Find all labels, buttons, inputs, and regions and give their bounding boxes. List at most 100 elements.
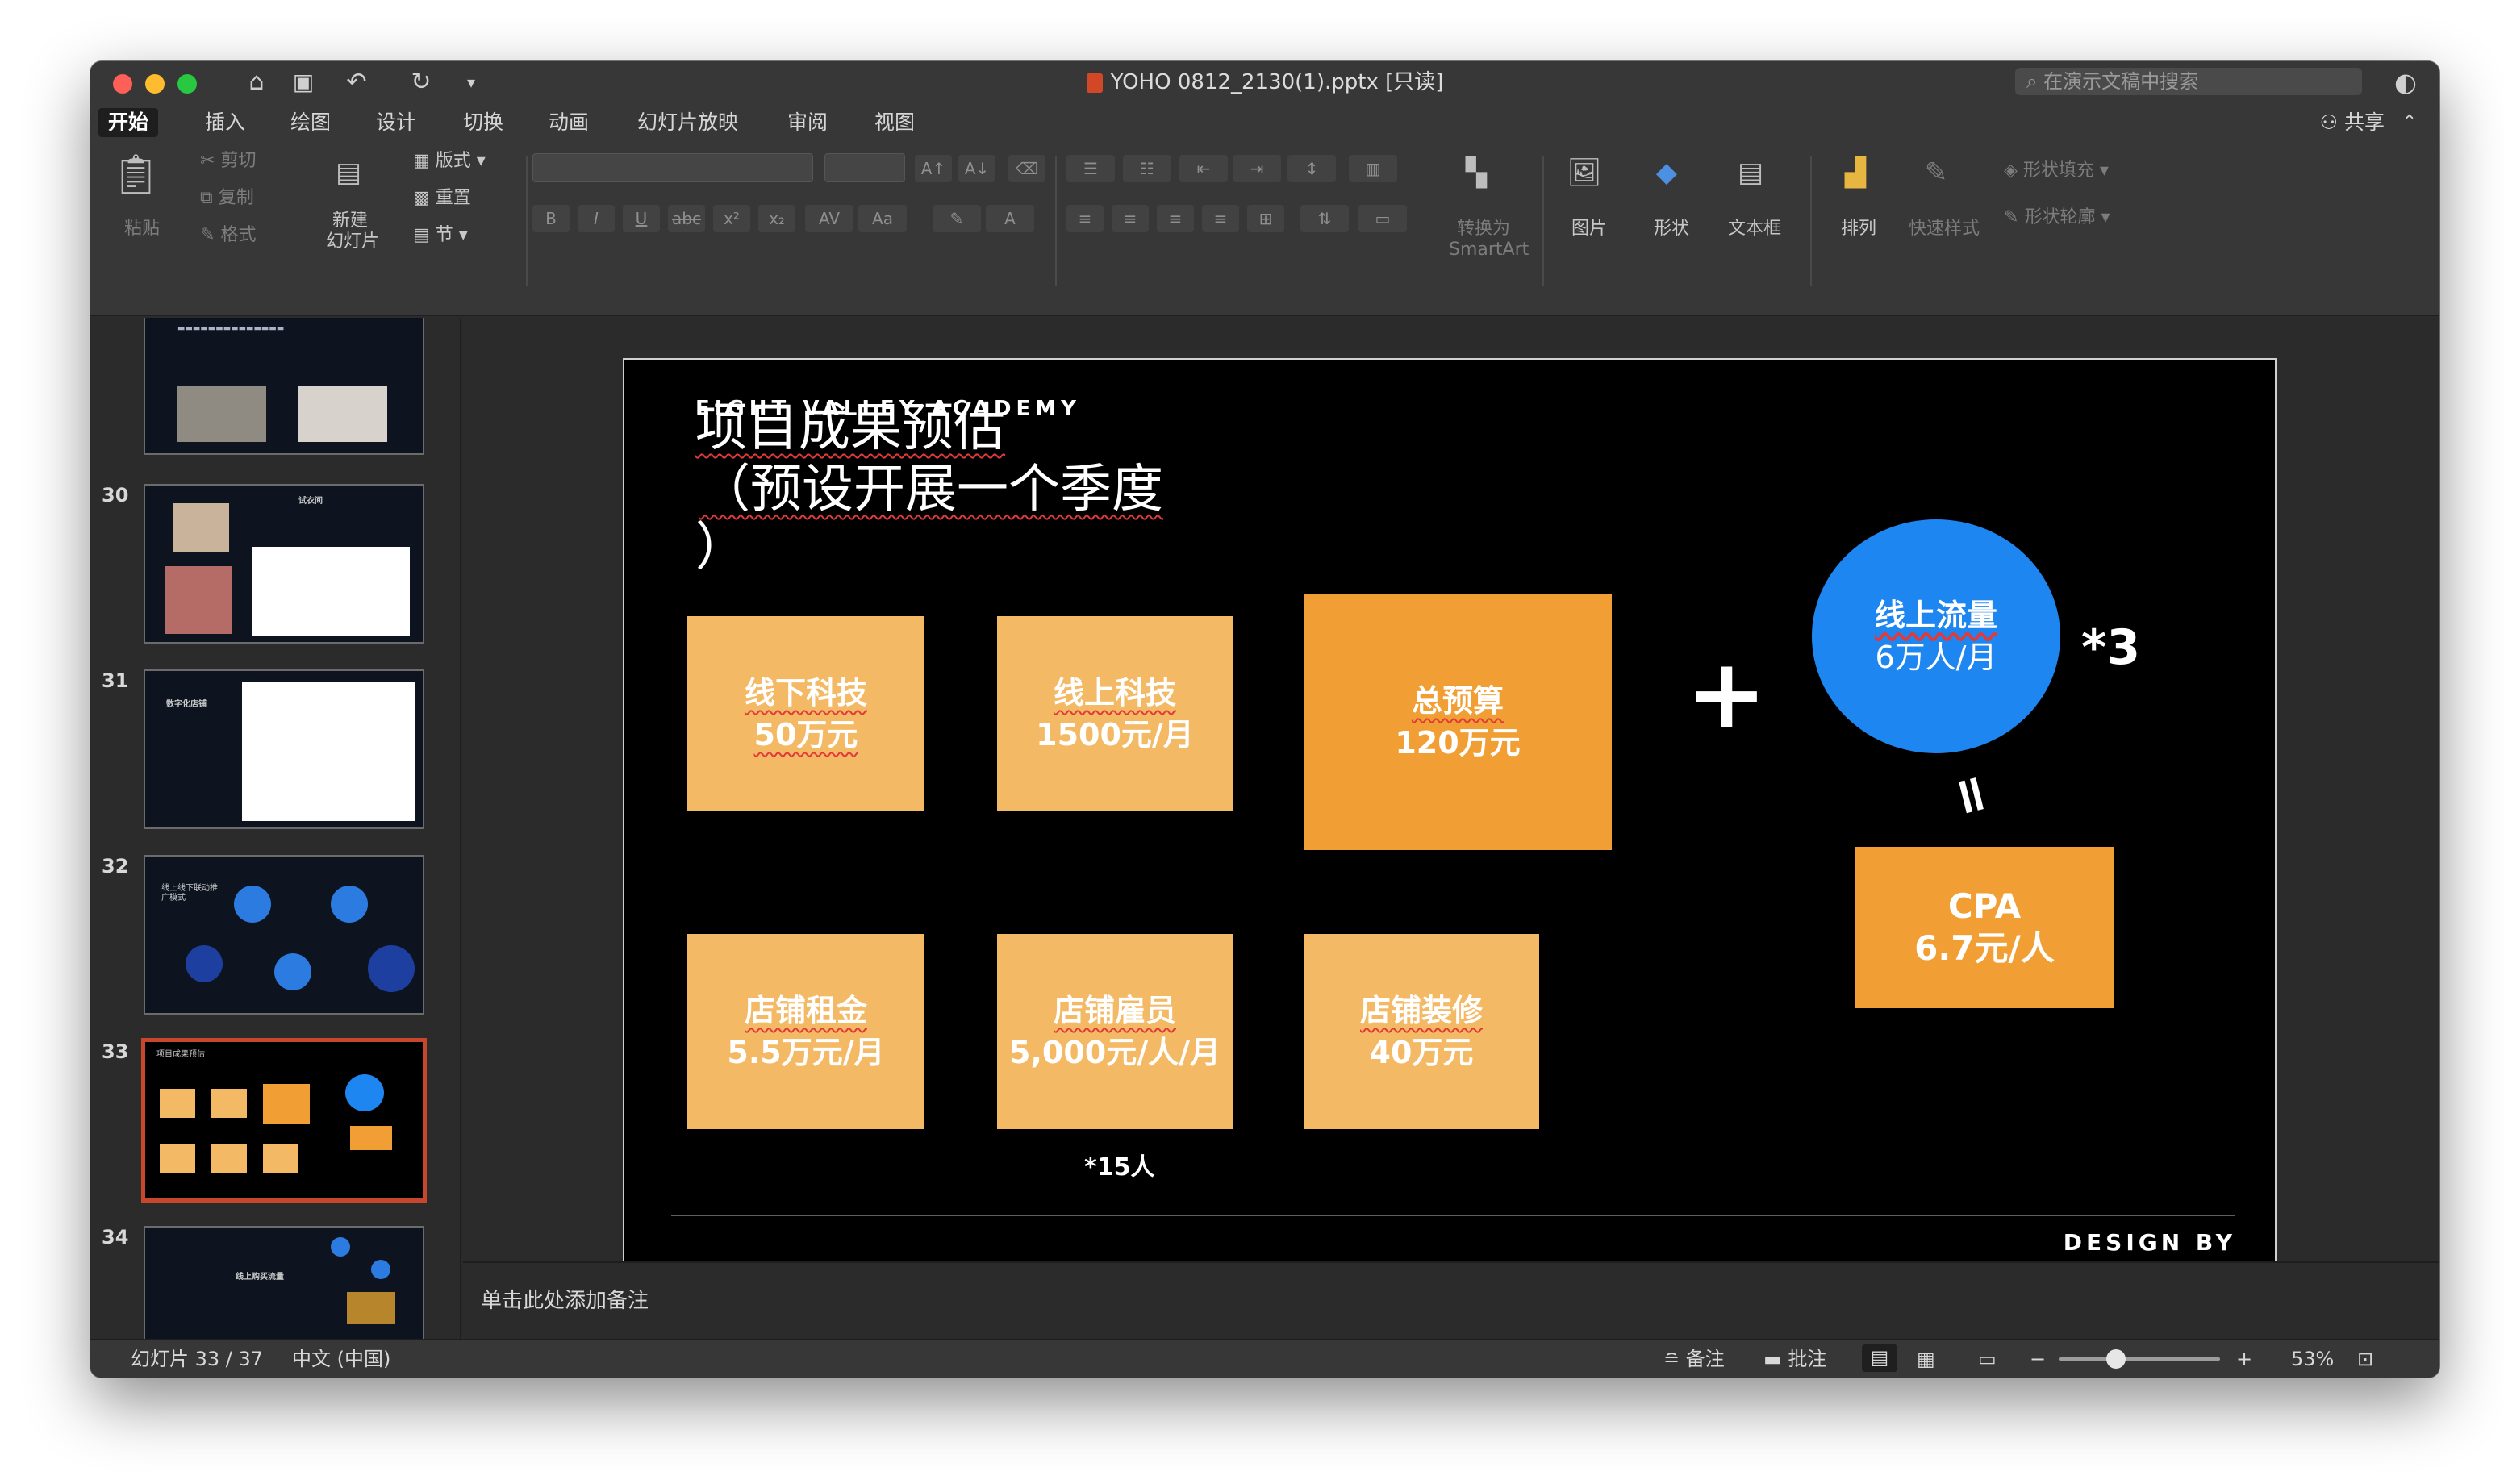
smartart-label-2[interactable]: SmartArt bbox=[1449, 239, 1529, 261]
picture-label[interactable]: 图片 bbox=[1571, 218, 1607, 240]
account-icon[interactable]: ◐ bbox=[2389, 66, 2422, 98]
shapes-label[interactable]: 形状 bbox=[1654, 218, 1689, 240]
picture-icon[interactable]: 🖼︎ bbox=[1560, 156, 1609, 202]
justify-icon[interactable]: ≡ bbox=[1202, 205, 1239, 232]
align-left-icon[interactable]: ≡ bbox=[1066, 205, 1104, 232]
zoom-slider[interactable] bbox=[2059, 1349, 2220, 1369]
tab-view[interactable]: 视图 bbox=[865, 108, 924, 137]
tab-animations[interactable]: 动画 bbox=[539, 108, 599, 137]
quick-styles-icon[interactable]: ✎ bbox=[1912, 156, 1960, 202]
tab-design[interactable]: 设计 bbox=[366, 108, 426, 137]
slide-thumbnail[interactable]: ▬▬▬▬▬▬▬▬▬▬▬▬▬▬ bbox=[144, 318, 424, 455]
slide-thumbnail[interactable]: 数字化店铺 bbox=[144, 669, 424, 829]
text-direction-icon[interactable]: ⇅ bbox=[1300, 205, 1349, 232]
staff-count-note[interactable]: *15人 bbox=[1084, 1147, 1154, 1182]
multiplier-label[interactable]: *3 bbox=[2081, 619, 2140, 676]
textbox-icon[interactable]: ▤ bbox=[1726, 156, 1775, 202]
increase-indent-icon[interactable]: ⇥ bbox=[1233, 155, 1281, 182]
slide-33[interactable]: EIGHT VALLEY ACADEMY 项目成果预估 （预设开展一个季度 ） … bbox=[623, 358, 2277, 1289]
highlight-icon[interactable]: ✎ bbox=[933, 205, 981, 232]
underline-icon[interactable]: U bbox=[623, 205, 660, 232]
line-spacing-icon[interactable]: ↕ bbox=[1287, 155, 1336, 182]
fit-to-window-icon[interactable]: ⊡ bbox=[2357, 1346, 2373, 1372]
normal-view-icon[interactable]: ▤ bbox=[1862, 1344, 1897, 1372]
slide-editing-canvas[interactable]: EIGHT VALLEY ACADEMY 项目成果预估 （预设开展一个季度 ） … bbox=[463, 318, 2439, 1289]
tab-transitions[interactable]: 切换 bbox=[453, 108, 513, 137]
subscript-icon[interactable]: x₂ bbox=[758, 205, 795, 232]
slide-thumbnail[interactable]: 试衣间 bbox=[144, 484, 424, 644]
align-center-icon[interactable]: ≡ bbox=[1112, 205, 1149, 232]
new-slide-icon[interactable]: ▤ bbox=[324, 156, 373, 202]
section-button[interactable]: ▤ 节 ▾ bbox=[413, 224, 468, 247]
offline-tech-box[interactable]: 线下科技 50万元 bbox=[687, 616, 924, 811]
language-indicator[interactable]: 中文 (中国) bbox=[292, 1346, 390, 1372]
tab-slideshow[interactable]: 幻灯片放映 bbox=[628, 108, 748, 137]
smartart-icon[interactable]: ▚ bbox=[1454, 156, 1499, 195]
paste-icon[interactable]: 📋︎ bbox=[111, 155, 161, 206]
cut-button[interactable]: ✂ 剪切 bbox=[200, 150, 256, 173]
bullets-icon[interactable]: ☰ bbox=[1066, 155, 1115, 182]
notes-toggle[interactable]: ≘ 备注 bbox=[1663, 1346, 1725, 1372]
columns-icon[interactable]: ▥ bbox=[1349, 155, 1397, 182]
slide-thumbnail[interactable]: 线上线下联动推广模式 bbox=[144, 855, 424, 1015]
slide-subtitle[interactable]: （预设开展一个季度 bbox=[699, 460, 1163, 519]
strikethrough-icon[interactable]: abc bbox=[668, 205, 705, 232]
quick-styles-label[interactable]: 快速样式 bbox=[1909, 218, 1980, 240]
font-color-icon[interactable]: A bbox=[986, 205, 1034, 232]
paste-label[interactable]: 粘贴 bbox=[124, 218, 160, 240]
arrange-icon[interactable]: ▟ bbox=[1831, 156, 1880, 202]
slide-thumbnail-selected[interactable]: 项目成果预估 bbox=[141, 1038, 427, 1203]
design-by-label[interactable]: DESIGN BY bbox=[2064, 1229, 2236, 1256]
italic-icon[interactable]: I bbox=[578, 205, 615, 232]
decrease-indent-icon[interactable]: ⇤ bbox=[1179, 155, 1228, 182]
new-slide-label-2[interactable]: 幻灯片 bbox=[326, 231, 379, 253]
plus-sign[interactable]: + bbox=[1686, 647, 1767, 744]
slide-thumbnails-pane[interactable]: ▬▬▬▬▬▬▬▬▬▬▬▬▬▬ 30 试衣间 31 数字化店铺 32 线上线下联动… bbox=[90, 318, 461, 1378]
format-painter-button[interactable]: ✎ 格式 bbox=[200, 224, 256, 247]
superscript-icon[interactable]: x² bbox=[713, 205, 750, 232]
tab-insert[interactable]: 插入 bbox=[195, 108, 255, 137]
align-text-icon[interactable]: ▭ bbox=[1358, 205, 1407, 232]
equals-sign[interactable]: = bbox=[1938, 759, 2005, 826]
share-button[interactable]: ⚇ 共享 bbox=[2320, 108, 2385, 137]
collapse-ribbon-icon[interactable]: ⌃ bbox=[2402, 108, 2417, 137]
tab-review[interactable]: 审阅 bbox=[778, 108, 837, 137]
font-family-select[interactable] bbox=[532, 153, 813, 182]
reset-button[interactable]: ▩ 重置 bbox=[413, 187, 471, 210]
comments-toggle[interactable]: ▬ 批注 bbox=[1763, 1346, 1826, 1372]
online-traffic-circle[interactable]: 线上流量 6万人/月 bbox=[1812, 519, 2060, 753]
shape-fill-button[interactable]: ◈ 形状填充 ▾ bbox=[2004, 160, 2109, 182]
tab-draw[interactable]: 绘图 bbox=[281, 108, 340, 137]
search-input[interactable]: ⌕ 在演示文稿中搜索 bbox=[2015, 68, 2362, 95]
character-spacing-icon[interactable]: AV bbox=[805, 205, 853, 232]
store-staff-box[interactable]: 店铺雇员 5,000元/人/月 bbox=[997, 934, 1233, 1129]
arrange-label[interactable]: 排列 bbox=[1841, 218, 1876, 240]
new-slide-label-1[interactable]: 新建 bbox=[332, 210, 368, 232]
store-rent-box[interactable]: 店铺租金 5.5万元/月 bbox=[687, 934, 924, 1129]
online-tech-box[interactable]: 线上科技 1500元/月 bbox=[997, 616, 1233, 811]
store-renovation-box[interactable]: 店铺装修 40万元 bbox=[1304, 934, 1539, 1129]
copy-button[interactable]: ⧉ 复制 bbox=[200, 187, 254, 210]
slide-sorter-icon[interactable]: ▦ bbox=[1917, 1346, 1935, 1372]
clear-format-icon[interactable]: ⌫ bbox=[1008, 155, 1045, 182]
total-budget-box[interactable]: 总预算 120万元 bbox=[1304, 594, 1612, 850]
font-size-select[interactable] bbox=[824, 153, 905, 182]
shape-outline-button[interactable]: ✎ 形状轮廓 ▾ bbox=[2004, 206, 2110, 229]
layout-button[interactable]: ▦ 版式 ▾ bbox=[413, 150, 486, 173]
reading-view-icon[interactable]: ▭ bbox=[1978, 1346, 1997, 1372]
textbox-label[interactable]: 文本框 bbox=[1728, 218, 1781, 240]
zoom-out-button[interactable]: − bbox=[2030, 1346, 2046, 1372]
change-case-icon[interactable]: Aa bbox=[858, 205, 907, 232]
notes-placeholder[interactable]: 单击此处添加备注 bbox=[481, 1284, 649, 1314]
slide-title[interactable]: 项目成果预估 bbox=[695, 398, 1005, 458]
zoom-in-button[interactable]: + bbox=[2236, 1346, 2252, 1372]
slide-subtitle-close[interactable]: ） bbox=[695, 518, 747, 577]
increase-font-icon[interactable]: A↑ bbox=[915, 155, 952, 182]
align-right-icon[interactable]: ≡ bbox=[1157, 205, 1194, 232]
numbering-icon[interactable]: ☷ bbox=[1123, 155, 1171, 182]
zoom-slider-knob[interactable] bbox=[2106, 1349, 2126, 1369]
distributed-icon[interactable]: ⊞ bbox=[1247, 205, 1284, 232]
shapes-icon[interactable]: ◆ bbox=[1642, 156, 1691, 202]
smartart-label-1[interactable]: 转换为 bbox=[1457, 218, 1510, 240]
zoom-percent[interactable]: 53% bbox=[2291, 1346, 2334, 1372]
